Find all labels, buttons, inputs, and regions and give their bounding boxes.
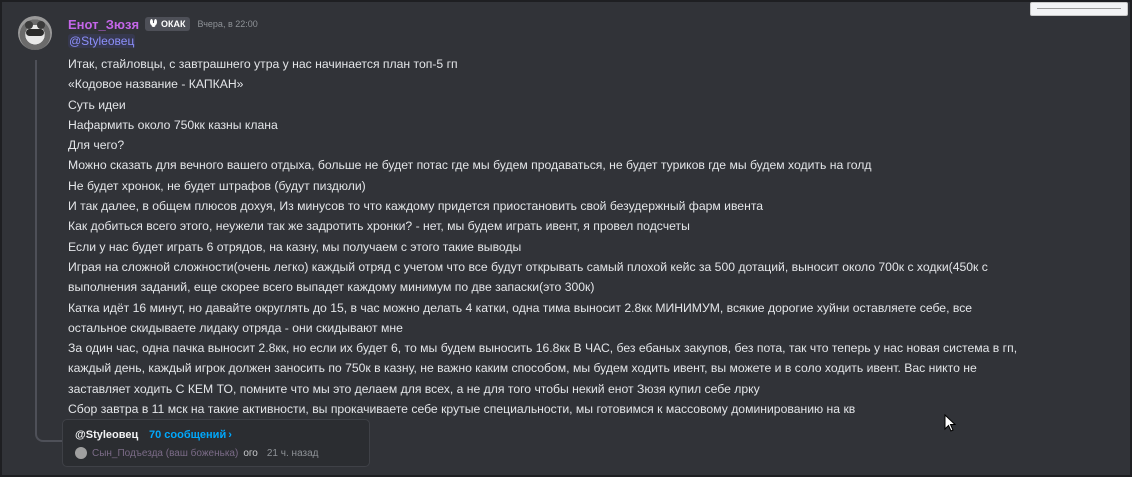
thread-connector-line (35, 60, 63, 442)
avatar-ear-left (25, 21, 33, 29)
thread-count-label: 70 сообщений (149, 429, 227, 441)
message-line: Не будет хронок, не будет штрафов (будут… (68, 178, 366, 193)
avatar-ear-right (37, 21, 45, 29)
message-line: Как добиться всего этого, неужели так же… (68, 219, 690, 234)
avatar-mask (26, 29, 44, 36)
thread-last-message: Сын_Подъезда (ваш боженька) ого 21 ч. на… (75, 447, 319, 459)
message-line: За один час, одна пачка выносит 2.8кк, н… (68, 341, 1018, 356)
message-line: выполнения заданий, еще скорее всего вып… (68, 280, 595, 295)
thread-last-time: 21 ч. назад (266, 447, 319, 459)
chevron-right-icon: › (228, 429, 232, 441)
message-line: Играя на сложной сложности(очень легко) … (68, 259, 988, 274)
user-mention[interactable]: @Styleовец (68, 34, 136, 48)
message-line: остальное скидываете лидаку отряда - они… (68, 320, 403, 335)
message-line: Итак, стайловцы, с завтрашнего утра у на… (68, 57, 458, 71)
message-line: Сбор завтра в 11 мск на такие активности… (68, 402, 856, 417)
message-line: «Кодовое название - КАПКАН» (68, 77, 244, 92)
chat-window: Енот_Зюзя ОКАК Вчера, в 22:00 @Styleовец… (0, 0, 1132, 477)
message-line: Катка идёт 16 минут, но давайте округлят… (68, 300, 973, 315)
message-line: каждый день, каждый игрок должен заносит… (68, 361, 977, 376)
message-content: Итак, стайловцы, с завтрашнего утра у на… (68, 54, 1118, 419)
message-line: Можно сказать для вечного вашего отдыха,… (68, 158, 872, 173)
bunny-ears-icon (149, 19, 158, 29)
message-line: Для чего? (68, 138, 125, 153)
thread-message-count[interactable]: 70 сообщений › (149, 429, 232, 441)
username[interactable]: Енот_Зюзя (68, 17, 139, 32)
message-line: Если у нас будет играть 6 отрядов, на ка… (68, 239, 522, 254)
message-line: Суть идеи (68, 97, 126, 112)
message-line: Нафармить около 750кк казны клана (68, 117, 278, 132)
clan-tag[interactable]: ОКАК (145, 17, 190, 31)
message-header: Енот_Зюзя ОКАК Вчера, в 22:00 (68, 15, 258, 33)
thread-preview[interactable]: @Styleовец 70 сообщений › Сын_Подъезда (… (62, 419, 370, 467)
message-line: заставляет ходить С КЕМ ТО, помните что … (68, 381, 760, 396)
thread-last-user: Сын_Подъезда (ваш боженька) (92, 447, 239, 459)
thread-name[interactable]: @Styleовец (75, 429, 138, 441)
message-line: И так далее, в общем плюсов дохуя, Из ми… (68, 199, 764, 214)
avatar[interactable] (18, 16, 52, 50)
thread-last-text: ого (243, 447, 258, 459)
avatar (75, 447, 87, 459)
window-toolbar-fragment (1030, 2, 1128, 16)
timestamp: Вчера, в 22:00 (197, 19, 258, 29)
clan-tag-label: ОКАК (161, 19, 186, 29)
